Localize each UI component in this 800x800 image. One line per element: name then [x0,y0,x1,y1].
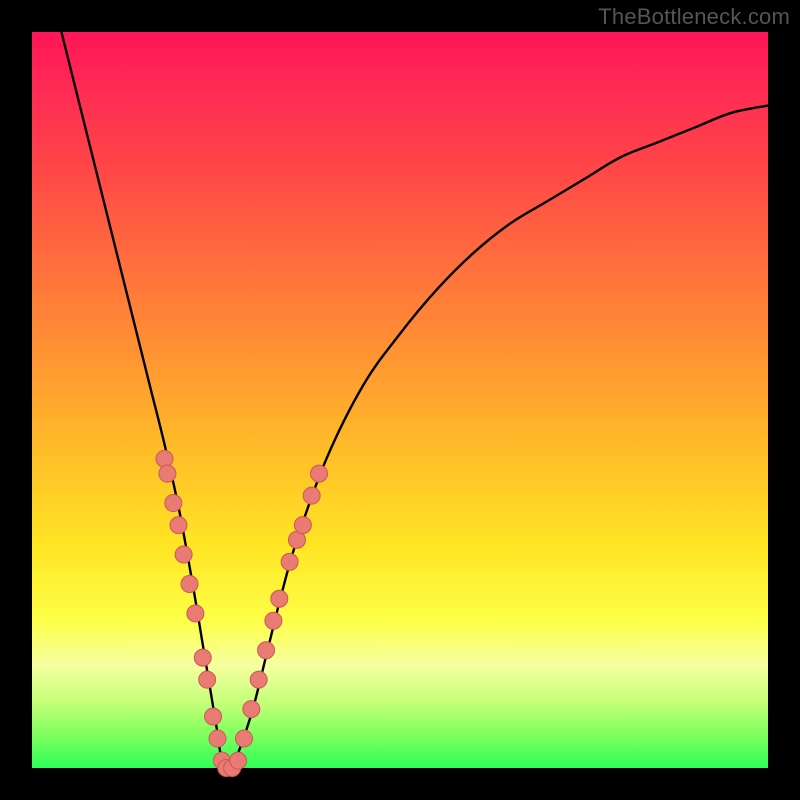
data-marker [243,701,260,718]
bottleneck-curve [61,32,768,772]
data-marker [156,450,173,467]
chart-svg [32,32,768,768]
watermark-text: TheBottleneck.com [598,4,790,30]
data-marker [271,590,288,607]
plot-area [32,32,768,768]
data-marker [235,730,252,747]
data-marker [205,708,222,725]
data-marker [281,553,298,570]
data-marker [311,465,328,482]
chart-frame: TheBottleneck.com [0,0,800,800]
data-marker [265,612,282,629]
data-marker [230,752,247,769]
data-marker [181,576,198,593]
marker-group [156,450,328,776]
data-marker [159,465,176,482]
data-marker [194,649,211,666]
data-marker [258,642,275,659]
data-marker [294,517,311,534]
data-marker [170,517,187,534]
data-marker [187,605,204,622]
data-marker [250,671,267,688]
data-marker [175,546,192,563]
data-marker [165,495,182,512]
data-marker [199,671,216,688]
data-marker [303,487,320,504]
data-marker [209,730,226,747]
